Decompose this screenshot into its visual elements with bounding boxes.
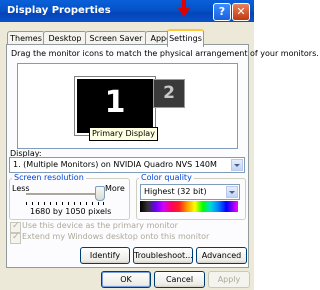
extend-desktop-checkbox[interactable]: ✓ [10,232,21,244]
resolution-slider-track[interactable] [26,193,104,196]
resolution-less-label: Less [12,184,30,193]
window-title: Display Properties [7,5,111,16]
tab-settings[interactable]: Settings [167,29,204,47]
advanced-button[interactable]: Advanced [196,247,247,264]
slider-tick [50,202,51,205]
instruction-text: Drag the monitor icons to match the phys… [11,49,319,58]
checkmark-icon: ✓ [12,221,20,231]
ok-button[interactable]: OK [101,271,151,288]
color-quality-title: Color quality [139,173,194,182]
slider-tick [44,202,45,205]
resolution-slider-ticks [26,202,104,205]
slider-tick [26,202,27,205]
monitor-2-icon[interactable]: 2 [153,79,185,108]
display-select[interactable]: 1. (Multiple Monitors) on NVIDIA Quadro … [9,157,245,173]
annotation-arrow-icon [178,8,190,17]
display-select-arrow[interactable] [231,159,243,171]
tab-screen-saver[interactable]: Screen Saver [85,31,147,45]
slider-tick [38,202,39,205]
close-button[interactable]: ✕ [232,3,250,21]
chevron-down-icon [234,164,240,167]
monitor-2-number: 2 [163,83,175,103]
slider-tick [62,202,63,205]
slider-tick [92,202,93,205]
cancel-button[interactable]: Cancel [154,271,205,288]
tab-desktop[interactable]: Desktop [43,31,87,45]
resolution-more-label: More [105,184,125,193]
resolution-value: 1680 by 1050 pixels [30,207,112,216]
help-button[interactable]: ? [213,3,231,21]
display-select-value: 1. (Multiple Monitors) on NVIDIA Quadro … [13,160,217,169]
primary-monitor-label: Use this device as the primary monitor [22,221,178,230]
title-bar[interactable]: Display Properties ? ✕ [0,0,254,22]
color-quality-select[interactable]: Highest (32 bit) [140,184,240,200]
color-quality-select-arrow[interactable] [226,186,238,198]
primary-display-tooltip: Primary Display [89,127,158,141]
tab-themes[interactable]: Themes [7,31,45,45]
troubleshoot-button[interactable]: Troubleshoot... [133,247,193,264]
apply-button[interactable]: Apply [208,271,250,288]
slider-tick [86,202,87,205]
chevron-down-icon [229,191,235,194]
slider-tick [32,202,33,205]
slider-tick [56,202,57,205]
slider-tick [103,202,104,205]
screen-resolution-title: Screen resolution [12,173,86,182]
checkmark-icon: ✓ [12,232,20,242]
color-spectrum-bar [140,201,238,212]
identify-button[interactable]: Identify [80,247,130,264]
slider-tick [80,202,81,205]
monitor-1-number: 1 [104,85,126,120]
color-quality-select-value: Highest (32 bit) [144,187,207,196]
slider-tick [74,202,75,205]
slider-tick [98,202,99,205]
display-properties-window: Display Properties ? ✕ Themes Desktop Sc… [0,0,319,290]
slider-tick [68,202,69,205]
extend-desktop-label: Extend my Windows desktop onto this moni… [22,232,210,241]
resolution-slider-thumb[interactable] [95,186,105,201]
